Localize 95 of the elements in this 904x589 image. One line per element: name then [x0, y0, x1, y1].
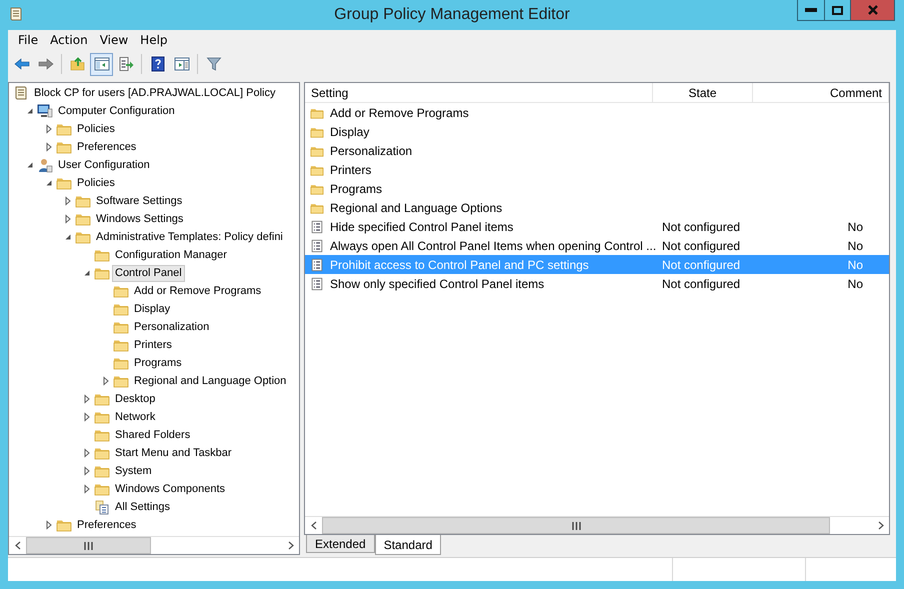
user-icon: [37, 157, 53, 173]
tree-item[interactable]: System: [112, 462, 155, 480]
tab[interactable]: Extended: [306, 535, 375, 553]
tree-item[interactable]: Computer Configuration: [55, 102, 178, 120]
setting-name: Hide specified Control Panel items: [330, 220, 514, 234]
tree-item[interactable]: User Configuration: [55, 156, 153, 174]
tree-item[interactable]: Software Settings: [93, 192, 186, 210]
folder-up-icon: [70, 56, 86, 72]
settings-list-icon: [310, 276, 324, 290]
tab[interactable]: Standard: [374, 535, 442, 555]
tree-item[interactable]: Control Panel: [112, 264, 185, 282]
tree-item[interactable]: All Settings: [112, 498, 174, 516]
state-text: Not configured: [662, 276, 740, 290]
setting-name: Prohibit access to Control Panel and PC settings: [330, 258, 589, 272]
comment-text: No: [848, 276, 863, 290]
tree-item[interactable]: Preferences: [74, 138, 140, 156]
export-list-icon: [118, 56, 134, 72]
menu-item[interactable]: File: [12, 33, 44, 47]
tree-item[interactable]: Display: [131, 300, 174, 318]
list-row[interactable]: Printers: [305, 160, 889, 179]
tree-item[interactable]: Personalization: [131, 318, 212, 336]
tree-item[interactable]: Windows Settings: [93, 210, 186, 228]
tree-item[interactable]: Windows Components: [112, 480, 228, 498]
setting-name: Personalization: [330, 144, 412, 158]
column-header[interactable]: Setting: [305, 83, 653, 102]
settings-list-icon: [94, 499, 110, 515]
tree-item[interactable]: Shared Folders: [112, 426, 194, 444]
chevron-left-icon: [14, 541, 20, 550]
scroll-thumb[interactable]: [26, 537, 151, 554]
menu-item[interactable]: View: [94, 33, 134, 47]
window-title: Group Policy Management Editor: [334, 6, 570, 24]
list-row[interactable]: Programs: [305, 179, 889, 198]
chevron-left-icon: [310, 521, 316, 530]
maximize-button[interactable]: [825, 0, 851, 21]
horizontal-scrollbar[interactable]: [305, 516, 889, 534]
tree-item[interactable]: Policies: [74, 120, 118, 138]
minimize-button[interactable]: [797, 0, 825, 21]
minimize-icon: [805, 8, 817, 12]
tree-item[interactable]: Add or Remove Programs: [131, 282, 264, 300]
setting-name: Show only specified Control Panel items: [330, 276, 544, 290]
setting-name: Add or Remove Programs: [330, 106, 469, 120]
grip-icon: [572, 522, 580, 530]
tree-item[interactable]: Regional and Language Option: [131, 372, 290, 390]
settings-list-icon: [310, 238, 324, 252]
scroll-icon: [8, 6, 24, 22]
comment-text: No: [848, 258, 863, 272]
list-row[interactable]: Show only specified Control Panel items Not configured No: [305, 274, 889, 293]
window-pane-icon: [174, 56, 190, 72]
state-text: Not configured: [662, 220, 740, 234]
setting-name: Always open All Control Panel Items when opening Control ...: [330, 238, 656, 252]
state-text: Not configured: [662, 238, 740, 252]
tree-item[interactable]: Block CP for users [AD.PRAJWAL.LOCAL] Policy: [31, 84, 278, 102]
list-row[interactable]: Always open All Control Panel Items when opening Control ... Not configured No: [305, 236, 889, 255]
help-icon: [150, 56, 166, 72]
back-arrow-icon: [14, 56, 30, 72]
grip-icon: [84, 542, 93, 550]
setting-name: Display: [330, 124, 370, 138]
setting-name: Regional and Language Options: [330, 200, 502, 214]
list-row[interactable]: Display: [305, 122, 889, 141]
chevron-right-icon: [878, 521, 884, 530]
column-header[interactable]: State: [653, 83, 753, 102]
comment-text: No: [848, 238, 863, 252]
tree-item[interactable]: Desktop: [112, 390, 158, 408]
filter-icon: [206, 56, 222, 72]
forward-arrow-icon: [38, 56, 54, 72]
tree-item[interactable]: Printers: [131, 336, 175, 354]
setting-name: Printers: [330, 162, 372, 176]
list-row[interactable]: Personalization: [305, 141, 889, 160]
settings-list-icon: [310, 220, 324, 234]
menu-item[interactable]: Help: [134, 33, 174, 47]
horizontal-scrollbar[interactable]: [9, 536, 299, 554]
maximize-icon: [832, 6, 843, 14]
scroll-thumb[interactable]: [322, 517, 830, 534]
tree-item[interactable]: Start Menu and Taskbar: [112, 444, 235, 462]
settings-list-icon: [310, 258, 324, 272]
computer-icon: [37, 103, 53, 119]
close-button[interactable]: [851, 0, 895, 21]
comment-text: No: [848, 220, 863, 234]
state-text: Not configured: [662, 258, 740, 272]
list-row[interactable]: Add or Remove Programs: [305, 103, 889, 122]
tree-item[interactable]: Programs: [131, 354, 185, 372]
tree-item[interactable]: Network: [112, 408, 158, 426]
window-pane-icon: [94, 56, 110, 72]
list-row[interactable]: Regional and Language Options: [305, 198, 889, 217]
chevron-right-icon: [288, 541, 294, 550]
tree-item[interactable]: Preferences: [74, 516, 140, 534]
close-icon: [868, 5, 878, 15]
tree-item[interactable]: Policies: [74, 174, 118, 192]
scroll-icon: [13, 85, 29, 101]
column-header[interactable]: Comment: [753, 83, 889, 102]
menu-item[interactable]: Action: [44, 33, 94, 47]
list-row[interactable]: Hide specified Control Panel items Not configured No: [305, 217, 889, 236]
tree-item[interactable]: Administrative Templates: Policy defini: [93, 228, 286, 246]
setting-name: Programs: [330, 182, 382, 196]
tree-item[interactable]: Configuration Manager: [112, 246, 230, 264]
